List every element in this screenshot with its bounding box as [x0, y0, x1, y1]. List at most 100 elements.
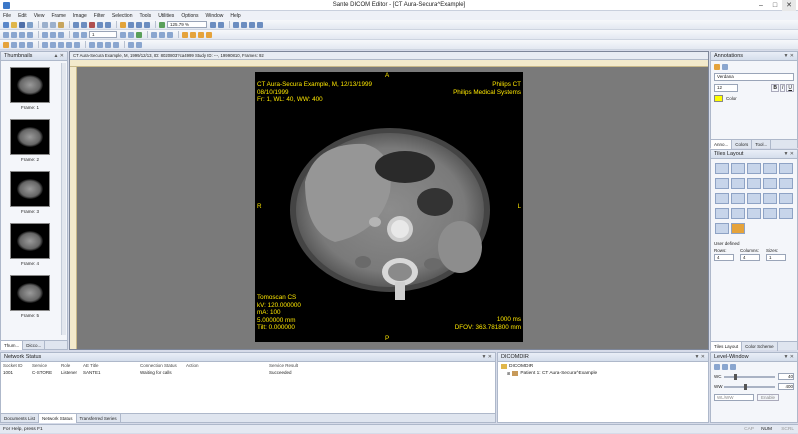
bold-button[interactable]: B [771, 84, 779, 92]
tile-layout-option[interactable] [715, 163, 729, 174]
tile-layout-option[interactable] [779, 163, 793, 174]
tile-layout-option[interactable] [715, 208, 729, 219]
pixel-probe-icon[interactable] [89, 41, 95, 48]
arrow-tool-icon[interactable] [257, 21, 263, 28]
pin-icon[interactable]: ▼ ✕ [481, 353, 492, 362]
thumbnail-frame-2[interactable] [10, 119, 50, 155]
rows-stepper[interactable]: 4 [714, 254, 734, 261]
thumbnail-frame-1[interactable] [10, 67, 50, 103]
lasso-icon[interactable] [11, 41, 17, 48]
first-frame-icon[interactable] [73, 31, 79, 38]
pin-icon[interactable]: ▼ ✕ [783, 150, 794, 159]
minimize-icon[interactable]: – [754, 0, 768, 11]
table-row[interactable]: 1001 C-STORE Listener SANTE1 Waiting for… [1, 369, 327, 376]
rect-select-icon[interactable] [19, 41, 25, 48]
tab-tools[interactable]: Tool... [752, 139, 772, 149]
menu-filter[interactable]: Filter [94, 13, 105, 19]
pin-icon[interactable]: ▼ ✕ [783, 353, 794, 362]
maximize-icon[interactable]: □ [768, 0, 782, 11]
ellipse-select-icon[interactable] [27, 41, 33, 48]
menu-image[interactable]: Image [73, 13, 87, 19]
underline-button[interactable]: U [786, 84, 794, 92]
tab-transferred-series[interactable]: Transferred Series [77, 413, 121, 423]
receive-icon[interactable] [105, 21, 111, 28]
undo-icon[interactable] [73, 21, 79, 28]
compare-icon[interactable] [151, 31, 157, 38]
print-icon[interactable] [27, 21, 33, 28]
italic-button[interactable]: I [779, 84, 786, 92]
tile-layout-option[interactable] [747, 163, 761, 174]
annotation-delete-icon[interactable] [722, 64, 728, 70]
prev-frame-icon[interactable] [81, 31, 87, 38]
thumbnail-frame-4[interactable] [10, 223, 50, 259]
preset-select[interactable]: WL/WW [714, 394, 754, 401]
copy-icon[interactable] [50, 21, 56, 28]
tile-layout-option[interactable] [779, 208, 793, 219]
tab-color-scheme[interactable]: Color Scheme [742, 341, 778, 351]
font-select[interactable]: Verdana [714, 73, 794, 81]
close-icon[interactable]: ✕ [782, 0, 796, 11]
rectangle-icon[interactable] [58, 41, 64, 48]
tile-layout-option[interactable] [731, 163, 745, 174]
image-tab[interactable]: CT Aura-Secura Example, M, 1999/12/13, I… [70, 52, 708, 60]
tile-layout-option[interactable] [731, 178, 745, 189]
menu-frame[interactable]: Frame [51, 13, 65, 19]
open-icon[interactable] [11, 21, 17, 28]
angle-icon[interactable] [241, 21, 247, 28]
sizes-stepper[interactable]: 1 [766, 254, 786, 261]
next-frame-icon[interactable] [120, 31, 126, 38]
tile-layout-option[interactable] [731, 193, 745, 204]
tile-layout-option[interactable] [779, 178, 793, 189]
fit-icon[interactable] [210, 21, 216, 28]
tile-layout-option[interactable] [747, 178, 761, 189]
tile-layout-option[interactable] [731, 208, 745, 219]
tile-layout-option[interactable] [763, 208, 777, 219]
zoom-in-icon[interactable] [159, 21, 165, 28]
menu-view[interactable]: View [34, 13, 45, 19]
color-swatch[interactable] [714, 95, 723, 102]
layout-1-icon[interactable] [182, 31, 188, 38]
menu-file[interactable]: File [3, 13, 11, 19]
tab-thumbnails[interactable]: Thum... [1, 340, 24, 350]
thumbnail-frame-3[interactable] [10, 171, 50, 207]
hide-overlay-icon[interactable] [128, 41, 134, 48]
tile-layout-option[interactable] [715, 193, 729, 204]
play-icon[interactable] [136, 31, 142, 38]
last-frame-icon[interactable] [128, 31, 134, 38]
tile-layout-option[interactable] [763, 178, 777, 189]
freehand-icon[interactable] [74, 41, 80, 48]
save-icon[interactable] [19, 21, 25, 28]
sync-icon[interactable] [159, 31, 165, 38]
ww-slider[interactable] [724, 383, 775, 390]
enable-button[interactable]: Enable [757, 394, 780, 401]
ww-field[interactable]: 400 [778, 383, 794, 390]
tab-dicom[interactable]: Dicco... [23, 340, 46, 350]
thumbnail-frame-5[interactable] [10, 275, 50, 311]
roi-icon[interactable] [97, 41, 103, 48]
sharpen-icon[interactable] [19, 31, 25, 38]
tile-layout-option[interactable] [715, 223, 729, 234]
pan-icon[interactable] [120, 21, 126, 28]
tile-layout-option[interactable] [715, 178, 729, 189]
tab-annotations[interactable]: Anno... [711, 139, 733, 149]
wl-preset-icon[interactable] [714, 364, 720, 370]
menu-utilities[interactable]: Utilities [158, 13, 174, 19]
expand-icon[interactable]: ⊞ [507, 371, 510, 376]
ellipse-icon[interactable] [66, 41, 72, 48]
menu-edit[interactable]: Edit [18, 13, 27, 19]
measure-icon[interactable] [233, 21, 239, 28]
delete-icon[interactable] [89, 21, 95, 28]
magnifier-icon[interactable] [105, 41, 111, 48]
layout-3-icon[interactable] [198, 31, 204, 38]
menu-help[interactable]: Help [230, 13, 240, 19]
frame-combo[interactable]: 1 [89, 31, 117, 38]
pin-icon[interactable]: ▼ ✕ [694, 353, 705, 362]
tile-layout-custom[interactable] [731, 223, 745, 234]
text-tool-icon[interactable] [249, 21, 255, 28]
font-size-select[interactable]: 12 [714, 84, 738, 92]
polyline-icon[interactable] [50, 41, 56, 48]
window-level-icon[interactable] [3, 31, 9, 38]
grid-icon[interactable] [58, 31, 64, 38]
wl-field[interactable]: 40 [778, 373, 794, 380]
menu-options[interactable]: Options [181, 13, 198, 19]
